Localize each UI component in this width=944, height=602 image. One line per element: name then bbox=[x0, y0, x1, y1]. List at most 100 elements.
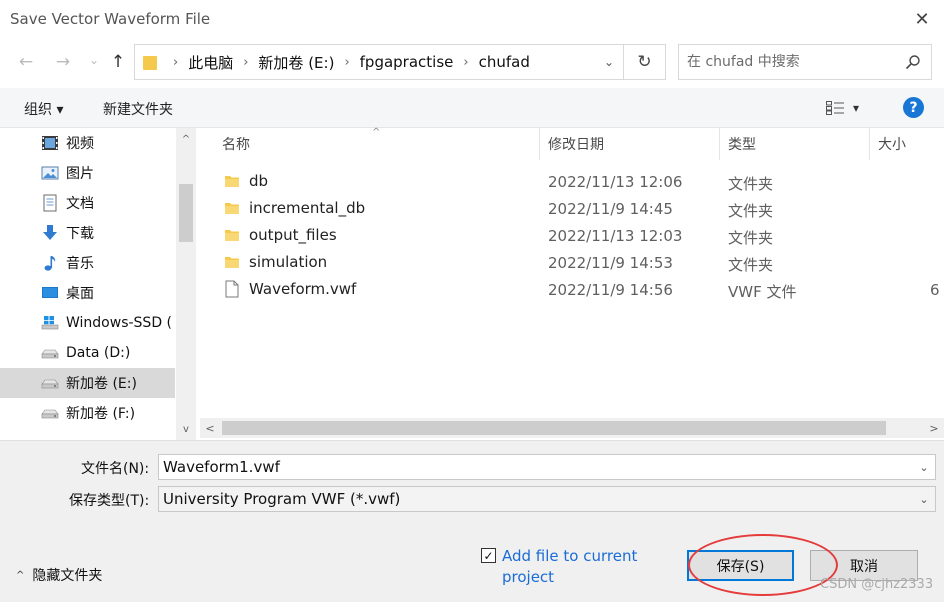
chevron-down-icon[interactable]: v bbox=[176, 420, 196, 438]
table-row[interactable]: Waveform.vwf 2022/11/9 14:56 VWF 文件 6 bbox=[200, 276, 944, 303]
sidebar-item-label: 新加卷 (E:) bbox=[66, 376, 137, 392]
recent-locations-icon[interactable]: ⌄ bbox=[82, 48, 106, 72]
table-row[interactable]: db 2022/11/13 12:06 文件夹 bbox=[200, 168, 944, 195]
drive-icon bbox=[40, 404, 60, 422]
help-icon[interactable]: ? bbox=[903, 97, 924, 118]
table-row[interactable]: output_files 2022/11/13 12:03 文件夹 bbox=[200, 222, 944, 249]
breadcrumb: › 此电脑 › 新加卷 (E:) › fpgapractise › chufad bbox=[163, 45, 530, 79]
address-bar[interactable]: › 此电脑 › 新加卷 (E:) › fpgapractise › chufad… bbox=[134, 44, 624, 80]
forward-arrow-icon[interactable]: → bbox=[51, 50, 75, 74]
sidebar-item-label: 桌面 bbox=[66, 286, 94, 302]
folder-icon bbox=[224, 199, 240, 217]
sidebar-item-label: Windows-SSD ( bbox=[66, 315, 173, 331]
sidebar-item-drive-f[interactable]: 新加卷 (F:) bbox=[0, 398, 175, 428]
window-title: Save Vector Waveform File bbox=[10, 10, 211, 28]
add-to-project-label[interactable]: Add file to current project bbox=[502, 546, 652, 588]
scrollbar-thumb[interactable] bbox=[222, 421, 886, 435]
title-bar: Save Vector Waveform File ✕ bbox=[0, 0, 944, 38]
breadcrumb-chufad[interactable]: chufad bbox=[479, 53, 530, 71]
sidebar-item-music[interactable]: 音乐 bbox=[0, 248, 175, 278]
file-list-scrollbar[interactable]: < > bbox=[200, 418, 944, 438]
sidebar-item-label: 新加卷 (F:) bbox=[66, 406, 136, 422]
filename-label: 文件名(N): bbox=[81, 461, 150, 477]
filename-input[interactable] bbox=[163, 457, 903, 477]
folder-icon bbox=[143, 56, 157, 70]
sidebar-item-label: Data (D:) bbox=[66, 345, 131, 361]
table-row[interactable]: simulation 2022/11/9 14:53 文件夹 bbox=[200, 249, 944, 276]
sidebar-item-drive-e[interactable]: 新加卷 (E:) bbox=[0, 368, 175, 398]
column-header-size[interactable]: 大小 bbox=[856, 128, 944, 160]
chevron-up-icon[interactable]: ^ bbox=[176, 130, 196, 148]
sidebar-item-documents[interactable]: 文档 bbox=[0, 188, 175, 218]
search-icon[interactable] bbox=[905, 54, 921, 70]
close-icon[interactable]: ✕ bbox=[906, 4, 938, 34]
save-button[interactable]: 保存(S) bbox=[687, 550, 794, 581]
scrollbar-thumb[interactable] bbox=[179, 184, 193, 242]
chevron-down-icon[interactable]: ⌄ bbox=[915, 455, 933, 479]
navigation-pane: 视频 图片 文档 下载 音乐 桌面 Windows-SSD (Data (D:… bbox=[0, 128, 196, 440]
file-type: 文件夹 bbox=[728, 229, 774, 247]
hide-folders-toggle[interactable]: ^ 隐藏文件夹 bbox=[16, 565, 102, 585]
file-date: 2022/11/9 14:56 bbox=[548, 281, 673, 299]
sidebar-item-label: 文档 bbox=[66, 196, 94, 212]
sidebar-item-data-d[interactable]: Data (D:) bbox=[0, 338, 175, 368]
sidebar-item-label: 视频 bbox=[66, 136, 94, 152]
column-header-name[interactable]: 名称 bbox=[200, 128, 540, 160]
table-row[interactable]: incremental_db 2022/11/9 14:45 文件夹 bbox=[200, 195, 944, 222]
breadcrumb-fpgapractise[interactable]: fpgapractise bbox=[360, 53, 454, 71]
view-options-button[interactable]: ▾ bbox=[826, 98, 866, 118]
file-date: 2022/11/9 14:45 bbox=[548, 200, 673, 218]
file-name: output_files bbox=[249, 226, 337, 244]
file-type: 文件夹 bbox=[728, 202, 774, 220]
search-input[interactable] bbox=[687, 52, 892, 72]
file-date: 2022/11/13 12:06 bbox=[548, 173, 683, 191]
sidebar-item-downloads[interactable]: 下载 bbox=[0, 218, 175, 248]
chevron-down-icon[interactable]: ⌄ bbox=[595, 45, 623, 79]
sidebar-item-label: 下载 bbox=[66, 226, 94, 242]
file-type: 文件夹 bbox=[728, 175, 774, 193]
folder-icon bbox=[224, 253, 240, 271]
file-type: VWF 文件 bbox=[728, 283, 797, 301]
file-type: 文件夹 bbox=[728, 256, 774, 274]
chevron-right-icon[interactable]: > bbox=[924, 418, 944, 438]
windows-drive-icon bbox=[40, 314, 60, 332]
new-folder-button[interactable]: 新建文件夹 bbox=[103, 99, 173, 119]
add-to-project-checkbox[interactable]: ✓ bbox=[481, 548, 496, 563]
search-box[interactable] bbox=[678, 44, 932, 80]
file-icon bbox=[224, 280, 240, 298]
breadcrumb-drive-e[interactable]: 新加卷 (E:) bbox=[258, 52, 334, 73]
filetype-value: University Program VWF (*.vwf) bbox=[163, 490, 401, 508]
filename-combo[interactable]: ⌄ bbox=[158, 454, 936, 480]
drive-icon bbox=[40, 374, 60, 392]
column-header-date[interactable]: 修改日期 bbox=[526, 128, 720, 160]
sidebar-item-pictures[interactable]: 图片 bbox=[0, 158, 175, 188]
filetype-select[interactable]: University Program VWF (*.vwf) ⌄ bbox=[158, 486, 936, 512]
chevron-down-icon: ▾ bbox=[853, 101, 860, 115]
breadcrumb-this-pc[interactable]: 此电脑 bbox=[188, 52, 233, 73]
organize-menu-button[interactable]: 组织 ▾ bbox=[24, 99, 63, 119]
sidebar-item-desktop[interactable]: 桌面 bbox=[0, 278, 175, 308]
up-arrow-icon[interactable]: ↑ bbox=[106, 50, 130, 74]
file-name: db bbox=[249, 172, 269, 190]
filetype-label: 保存类型(T): bbox=[69, 493, 150, 509]
hide-folders-label: 隐藏文件夹 bbox=[32, 568, 103, 584]
chevron-right-icon: › bbox=[344, 54, 350, 70]
back-arrow-icon[interactable]: ← bbox=[14, 50, 38, 74]
file-name: incremental_db bbox=[249, 199, 366, 217]
file-name: simulation bbox=[249, 253, 328, 271]
downloads-icon bbox=[40, 224, 60, 242]
file-list: ^ 名称 修改日期 类型 大小 db 2022/11/13 12:06 文件夹 … bbox=[200, 127, 944, 440]
column-header-type[interactable]: 类型 bbox=[706, 128, 870, 160]
sidebar-scrollbar[interactable]: ^ v bbox=[176, 128, 196, 440]
refresh-icon[interactable]: ↻ bbox=[624, 44, 666, 80]
chevron-right-icon: › bbox=[243, 54, 249, 70]
command-bar: 组织 ▾ 新建文件夹 ▾ ? bbox=[0, 88, 944, 128]
navigation-bar: ← → ⌄ ↑ › 此电脑 › 新加卷 (E:) › fpgapractise … bbox=[0, 42, 944, 82]
music-icon bbox=[40, 254, 60, 272]
sidebar-item-windows-ssd[interactable]: Windows-SSD ( bbox=[0, 308, 175, 338]
chevron-left-icon[interactable]: < bbox=[200, 418, 220, 438]
file-date: 2022/11/13 12:03 bbox=[548, 227, 683, 245]
file-date: 2022/11/9 14:53 bbox=[548, 254, 673, 272]
chevron-down-icon[interactable]: ⌄ bbox=[915, 487, 933, 511]
sidebar-item-videos[interactable]: 视频 bbox=[0, 128, 175, 158]
